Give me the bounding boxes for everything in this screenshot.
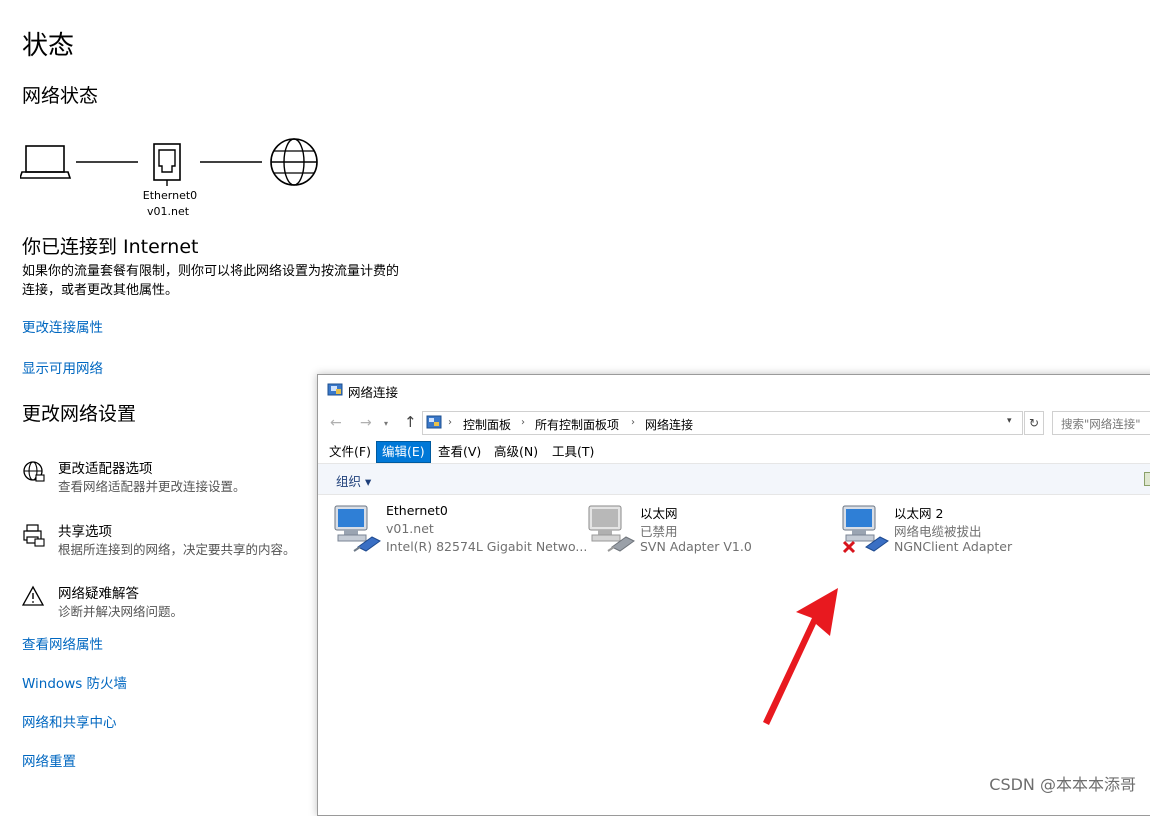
annotation-arrow [763,588,838,725]
watermark: CSDN @本本本添哥 [989,775,1136,794]
